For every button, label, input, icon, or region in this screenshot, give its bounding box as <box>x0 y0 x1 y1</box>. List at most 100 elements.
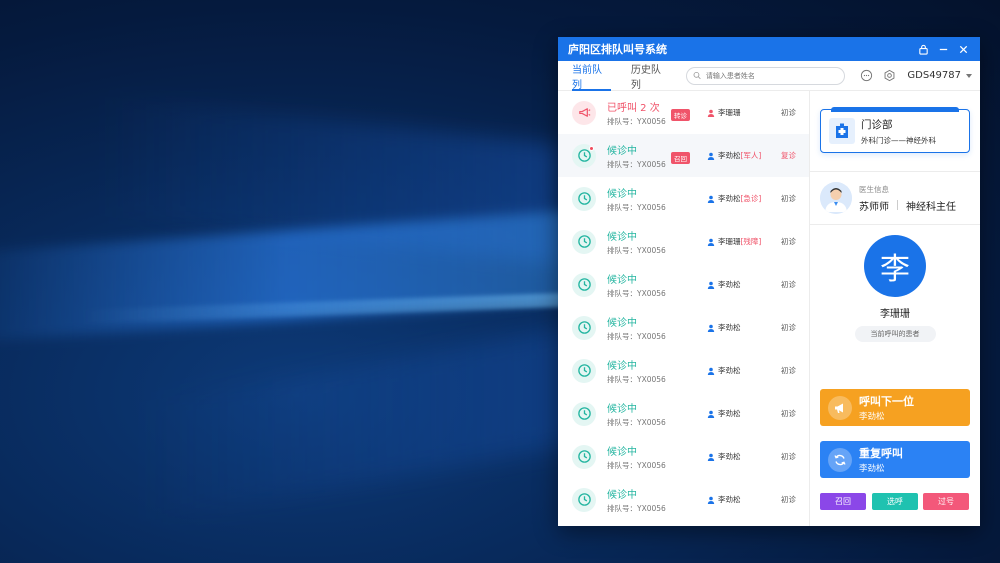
user-icon <box>707 410 715 418</box>
current-patient-label: 当前呼叫的患者 <box>854 326 936 342</box>
queue-row[interactable]: 候诊中 排队号：YX0056 李劲松 初诊 <box>558 435 809 478</box>
queue-row[interactable]: 候诊中 排队号：YX0056 李劲松 初诊 <box>558 349 809 392</box>
user-icon <box>707 324 715 332</box>
patient-avatar: 李 <box>864 235 926 297</box>
separator <box>897 200 898 210</box>
current-patient-name: 李珊珊 <box>880 309 910 320</box>
skip-button[interactable]: 过号 <box>923 493 969 510</box>
user-icon <box>707 453 715 461</box>
queue-tag: 转诊 <box>671 109 690 121</box>
queue-number: 排队号：YX0056 <box>607 116 666 126</box>
search-input[interactable] <box>705 71 839 80</box>
queue-number: 排队号：YX0056 <box>607 417 666 427</box>
clock-icon <box>572 487 596 512</box>
department-name: 门诊部 <box>861 118 893 131</box>
queue-number: 排队号：YX0056 <box>607 288 666 298</box>
patient-cell: 李劲松 <box>707 279 769 290</box>
patient-cell: 李珊珊 <box>707 107 769 118</box>
title-bar: 庐阳区排队叫号系统 <box>558 37 980 61</box>
user-icon <box>707 496 715 504</box>
patient-cell: 李劲松 <box>707 408 769 419</box>
queue-row[interactable]: 候诊中 排队号：YX0056 李珊珊 [残障] 初诊 <box>558 220 809 263</box>
recall-button[interactable]: 召回 <box>820 493 866 510</box>
repeat-call-title: 重复呼叫 <box>859 447 903 460</box>
user-icon <box>707 367 715 375</box>
department-card: 门诊部 外科门诊——神经外科 <box>820 107 970 153</box>
select-call-button[interactable]: 选呼 <box>872 493 918 510</box>
patient-cell: 李珊珊 [残障] <box>707 236 769 247</box>
queue-row[interactable]: 候诊中排队号：YX0056 李劲松 初诊 <box>558 263 809 306</box>
queue-status: 候诊中 <box>607 188 637 200</box>
patient-note: [残障] <box>740 237 762 246</box>
patient-name: 李劲松 <box>718 151 741 160</box>
patient-cell: 李劲松 <box>707 322 769 333</box>
queue-number: 排队号：YX0056 <box>607 460 666 470</box>
call-next-button[interactable]: 呼叫下一位 李劲松 <box>820 389 970 426</box>
queue-row[interactable]: 候诊中排队号：YX0056 李劲松 初诊 <box>558 392 809 435</box>
hospital-icon <box>829 118 855 144</box>
chevron-down-icon <box>966 73 972 78</box>
patient-name: 李珊珊 <box>718 237 741 246</box>
visit-type: 复诊 <box>781 151 796 160</box>
visit-type: 初诊 <box>781 323 796 332</box>
patient-name: 李劲松 <box>718 366 741 375</box>
search-icon <box>693 71 701 80</box>
tab-history-queue[interactable]: 历史队列 <box>631 61 670 91</box>
call-next-patient: 李劲松 <box>859 412 885 422</box>
patient-name: 李劲松 <box>718 194 741 203</box>
doctor-title: 神经科主任 <box>906 201 956 213</box>
window-title: 庐阳区排队叫号系统 <box>568 43 667 56</box>
visit-type: 初诊 <box>781 194 796 203</box>
side-panel: 门诊部 外科门诊——神经外科 医生信息 苏师师 神经科主任 李 李珊珊 当前呼叫… <box>810 91 980 526</box>
patient-note: [急诊] <box>740 194 762 203</box>
patient-cell: 李劲松 <box>707 365 769 376</box>
queue-status: 候诊中 <box>607 403 637 415</box>
queue-status: 候诊中 <box>607 360 637 372</box>
queue-number: 排队号：YX0056 <box>607 374 666 384</box>
clock-icon <box>572 186 596 211</box>
queue-number: 排队号：YX0056 <box>607 159 666 169</box>
queue-row[interactable]: 候诊中 排队号：YX0056 李劲松 初诊 <box>558 306 809 349</box>
user-id: GDS49787 <box>907 70 961 81</box>
patient-name: 李劲松 <box>718 495 741 504</box>
settings-icon[interactable] <box>882 68 898 84</box>
megaphone-icon <box>572 100 596 125</box>
clock-icon <box>572 358 596 383</box>
doctor-name: 苏师师 <box>859 201 889 213</box>
repeat-call-button[interactable]: 重复呼叫 李劲松 <box>820 441 970 478</box>
clock-icon <box>572 272 596 297</box>
queue-row[interactable]: 候诊中排队号：YX0056 李劲松 [急诊] 初诊 <box>558 177 809 220</box>
queue-status: 候诊中 <box>607 231 637 243</box>
clock-icon <box>572 143 596 168</box>
queue-number: 排队号：YX0056 <box>607 503 666 513</box>
clock-icon <box>572 444 596 469</box>
tab-current-queue[interactable]: 当前队列 <box>572 61 611 91</box>
queue-row[interactable]: 候诊中 排队号：YX0056 李劲松 初诊 <box>558 478 809 521</box>
user-icon <box>707 195 715 203</box>
clock-icon <box>572 229 596 254</box>
department-sub: 外科门诊——神经外科 <box>861 135 936 145</box>
message-icon[interactable] <box>858 68 874 84</box>
patient-cell: 李劲松 [急诊] <box>707 193 769 204</box>
visit-type: 初诊 <box>781 280 796 289</box>
minimize-icon[interactable] <box>934 40 952 58</box>
search-box[interactable] <box>685 66 846 85</box>
queue-number: 排队号：YX0056 <box>607 202 666 212</box>
visit-type: 初诊 <box>781 409 796 418</box>
close-icon[interactable] <box>954 40 972 58</box>
queue-list: 已呼叫 2 次排队号：YX0056 转诊 李珊珊 初诊 候诊中 排队号：YX0056 召回李… <box>558 91 810 526</box>
doctor-avatar <box>820 182 852 214</box>
queue-tag: 召回 <box>671 152 690 164</box>
user-icon <box>707 152 715 160</box>
patient-cell: 李劲松 [军人] <box>707 150 769 161</box>
queue-row[interactable]: 已呼叫 2 次排队号：YX0056 转诊 李珊珊 初诊 <box>558 91 809 134</box>
lock-icon[interactable] <box>914 40 932 58</box>
queue-row[interactable]: 候诊中 排队号：YX0056 召回 李劲松 [军人] 复诊 <box>558 134 809 177</box>
queue-status: 候诊中 <box>607 317 637 329</box>
queue-status: 候诊中 <box>607 274 637 286</box>
clock-icon <box>572 315 596 340</box>
patient-name: 李劲松 <box>718 280 741 289</box>
notification-dot <box>589 145 594 151</box>
clock-icon <box>572 401 596 426</box>
user-dropdown[interactable]: GDS49787 <box>907 70 972 81</box>
